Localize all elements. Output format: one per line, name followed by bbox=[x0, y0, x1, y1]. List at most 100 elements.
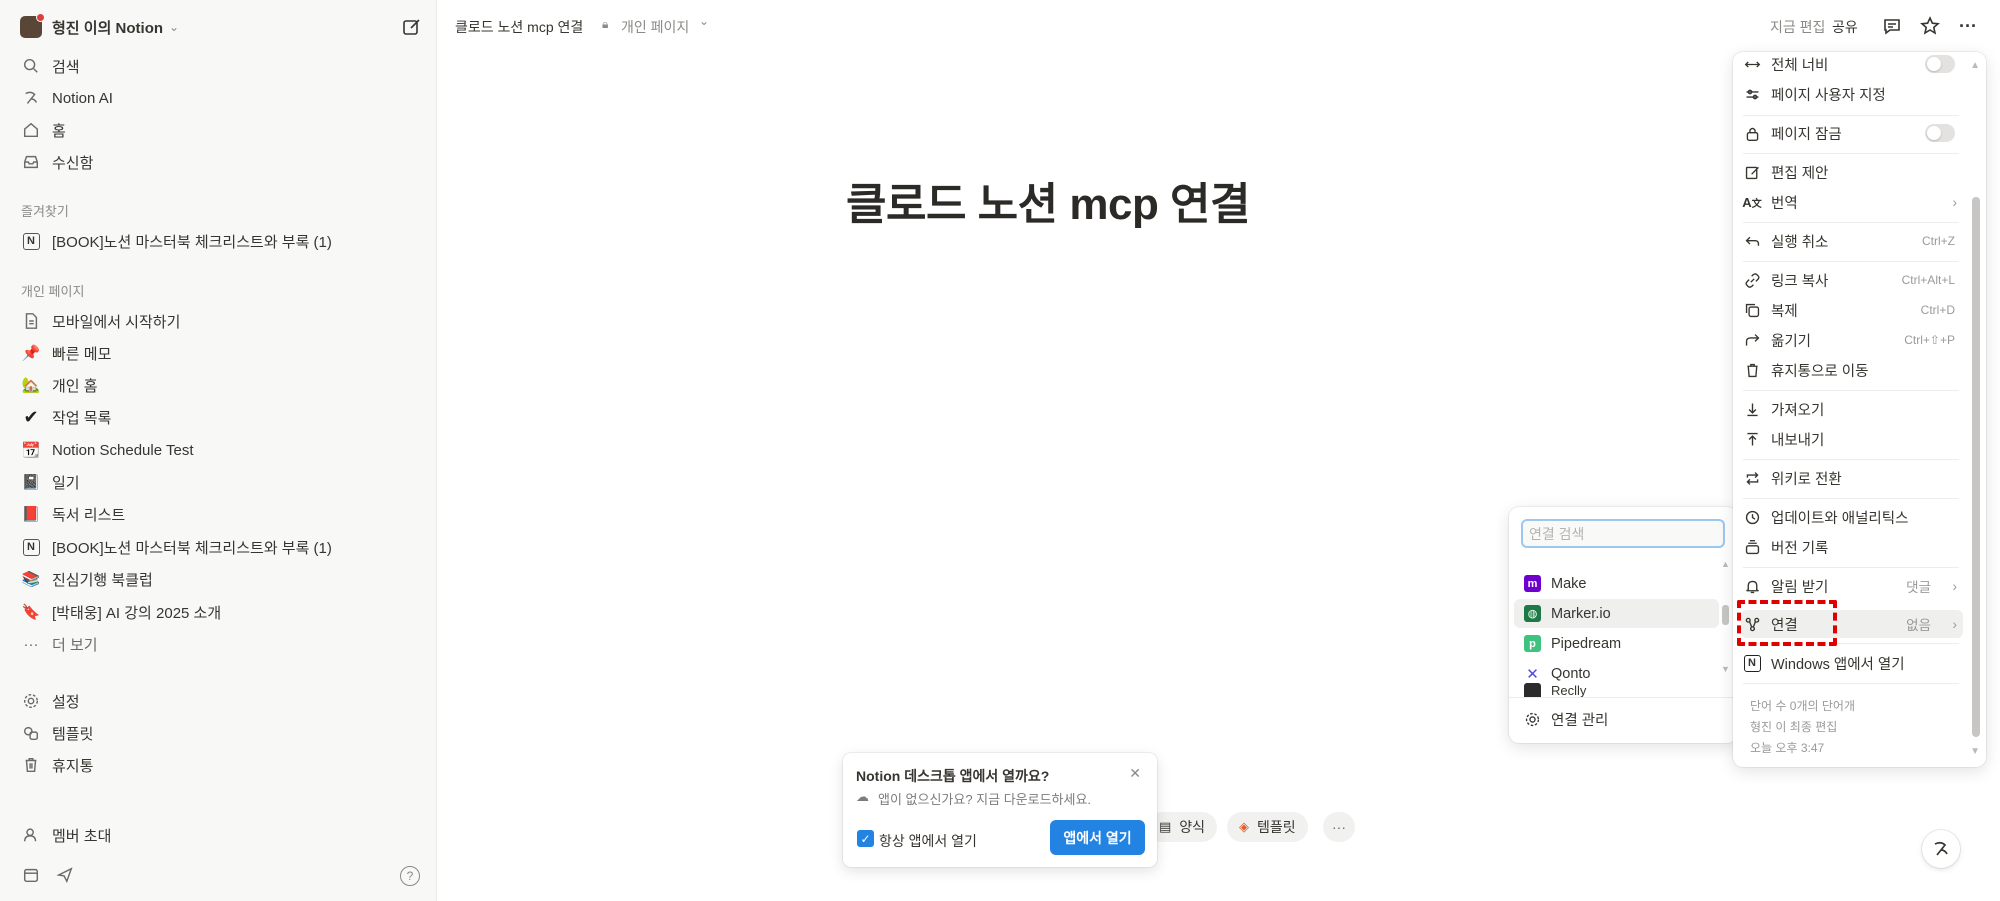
menu-open-in-windows-app[interactable]: N Windows 앱에서 열기 bbox=[1741, 649, 1963, 677]
sidebar-page-item[interactable]: 모바일에서 시작하기 bbox=[16, 306, 421, 336]
sidebar-page-item[interactable]: 📓 일기 bbox=[16, 467, 421, 497]
favorites-heading: 즐겨찾기 bbox=[21, 204, 69, 219]
connection-search-input[interactable] bbox=[1521, 519, 1725, 548]
menu-lock[interactable]: 페이지 잠금 bbox=[1741, 119, 1963, 147]
sidebar-page-item[interactable]: 📆 Notion Schedule Test bbox=[16, 435, 421, 465]
sidebar-page-item[interactable]: 📌 빠른 메모 bbox=[16, 338, 421, 368]
menu-import[interactable]: 가져오기 bbox=[1741, 395, 1963, 423]
sidebar-item-label: 개인 홈 bbox=[52, 377, 98, 395]
book-icon: 📕 bbox=[21, 505, 41, 523]
connections-scrollbar[interactable]: ▲ ▼ bbox=[1721, 559, 1731, 679]
menu-notifications[interactable]: 알림 받기 댓글 › bbox=[1741, 572, 1963, 600]
connection-item-pipedream[interactable]: p Pipedream bbox=[1514, 629, 1719, 658]
manage-connections[interactable]: 연결 관리 bbox=[1514, 705, 1732, 733]
qonto-logo-icon: ✕ bbox=[1526, 665, 1539, 683]
menu-customize[interactable]: 페이지 사용자 지정 bbox=[1741, 80, 1963, 108]
menu-copy-link[interactable]: 링크 복사 Ctrl+Alt+L bbox=[1741, 266, 1963, 294]
sidebar-more[interactable]: ··· 더 보기 bbox=[16, 629, 421, 659]
sidebar-page-item[interactable]: 🔖 [박태웅] AI 강의 2025 소개 bbox=[16, 597, 421, 627]
sidebar-item-label: 진심기행 북클럽 bbox=[52, 571, 153, 589]
star-icon[interactable] bbox=[1918, 14, 1942, 38]
pipedream-logo-icon: p bbox=[1524, 635, 1541, 652]
menu-duplicate[interactable]: 복제 Ctrl+D bbox=[1741, 296, 1963, 324]
sidebar-item-label: Notion Schedule Test bbox=[52, 441, 194, 459]
workspace-switcher[interactable]: 형진 이의 Notion ⌄ bbox=[16, 12, 421, 42]
sidebar-page-item[interactable]: ✔ 작업 목록 bbox=[16, 402, 421, 432]
full-width-toggle[interactable] bbox=[1925, 55, 1955, 73]
menu-turn-into-wiki[interactable]: 위키로 전환 bbox=[1741, 464, 1963, 492]
notion-page-icon: N bbox=[20, 536, 42, 558]
sidebar-item-trash[interactable]: 휴지통 bbox=[16, 750, 421, 780]
divider bbox=[1743, 153, 1959, 154]
comment-icon[interactable] bbox=[1880, 14, 1904, 38]
more-chip[interactable]: ··· bbox=[1323, 812, 1355, 842]
sidebar-page-item[interactable]: N [BOOK]노션 마스터북 체크리스트와 부록 (1) bbox=[16, 532, 421, 562]
scroll-up-icon: ▲ bbox=[1721, 559, 1730, 569]
open-in-app-button[interactable]: 앱에서 열기 bbox=[1050, 820, 1145, 855]
chevron-down-icon: ⌄ bbox=[699, 14, 710, 28]
chevron-right-icon: › bbox=[1952, 578, 1957, 594]
sidebar-item-notion-ai[interactable]: Notion AI bbox=[16, 83, 421, 113]
menu-version-history[interactable]: 버전 기록 bbox=[1741, 533, 1963, 561]
send-icon[interactable] bbox=[56, 866, 76, 886]
calendar-app-icon[interactable] bbox=[22, 866, 42, 886]
new-page-icon[interactable] bbox=[402, 17, 422, 37]
connection-name: Qonto bbox=[1551, 665, 1591, 682]
share-button[interactable]: 공유 bbox=[1832, 17, 1858, 37]
close-icon[interactable]: ✕ bbox=[1129, 765, 1141, 782]
marker-io-logo-icon: ◍ bbox=[1524, 605, 1541, 622]
notion-ai-fab[interactable] bbox=[1922, 830, 1960, 868]
menu-suggest-edits[interactable]: 편집 제안 bbox=[1741, 158, 1963, 186]
connection-item-partial[interactable]: Reclly bbox=[1514, 683, 1719, 697]
menu-translate[interactable]: A文 번역 › bbox=[1741, 188, 1963, 216]
connection-item-make[interactable]: m Make bbox=[1514, 569, 1719, 598]
trash-icon bbox=[1741, 362, 1763, 379]
sidebar-item-templates[interactable]: 템플릿 bbox=[16, 718, 421, 748]
sidebar-item-inbox[interactable]: 수신함 bbox=[16, 147, 421, 177]
menu-export[interactable]: 내보내기 bbox=[1741, 425, 1963, 453]
dialog-subtitle[interactable]: 앱이 없으신가요? 지금 다운로드하세요. bbox=[878, 789, 1091, 808]
scroll-thumb[interactable] bbox=[1722, 605, 1729, 625]
sidebar-page-item[interactable]: 📚 진심기행 북클럽 bbox=[16, 564, 421, 594]
sidebar-favorite-item[interactable]: N [BOOK]노션 마스터북 체크리스트와 부록 (1) bbox=[16, 226, 421, 256]
always-open-checkbox[interactable]: ✓ bbox=[857, 830, 874, 847]
breadcrumb-page[interactable]: 클로드 노션 mcp 연결 bbox=[455, 17, 583, 37]
connection-item-marker-io[interactable]: ◍ Marker.io bbox=[1514, 599, 1719, 628]
form-chip[interactable]: ▤ 양식 bbox=[1147, 812, 1218, 842]
sidebar-item-search[interactable]: 검색 bbox=[16, 51, 421, 81]
manage-connections-label: 연결 관리 bbox=[1551, 712, 1609, 729]
menu-updates-analytics[interactable]: 업데이트와 애널리틱스 bbox=[1741, 503, 1963, 531]
divider bbox=[1743, 683, 1959, 684]
lock-icon bbox=[1741, 125, 1763, 142]
lock-toggle[interactable] bbox=[1925, 124, 1955, 142]
sidebar-page-item[interactable]: 🏡 개인 홈 bbox=[16, 370, 421, 400]
help-icon[interactable]: ? bbox=[400, 866, 420, 886]
sidebar-item-settings[interactable]: 설정 bbox=[16, 686, 421, 716]
page-title[interactable]: 클로드 노션 mcp 연결 bbox=[846, 168, 1251, 232]
cloud-download-icon: ☁ bbox=[856, 789, 869, 804]
sidebar-item-label: 템플릿 bbox=[52, 725, 94, 743]
sidebar-item-label: 수신함 bbox=[52, 154, 94, 172]
last-edited: 지금 편집 bbox=[1770, 19, 1826, 35]
menu-scroll-thumb[interactable] bbox=[1972, 197, 1980, 737]
more-dots-icon: ··· bbox=[1332, 819, 1346, 835]
last-edited-time: 오늘 오후 3:47 bbox=[1750, 741, 1825, 755]
sidebar-invite-members[interactable]: 멤버 초대 bbox=[16, 820, 421, 850]
move-arrow-icon bbox=[1741, 332, 1763, 349]
gear-icon bbox=[20, 690, 42, 712]
menu-undo[interactable]: 실행 취소 Ctrl+Z bbox=[1741, 227, 1963, 255]
sidebar-item-home[interactable]: 홈 bbox=[16, 115, 421, 145]
reclly-logo-icon bbox=[1524, 683, 1541, 697]
menu-full-width[interactable]: 전체 너비 bbox=[1741, 50, 1963, 78]
convert-icon bbox=[1741, 470, 1763, 487]
more-icon[interactable]: ··· bbox=[1956, 14, 1980, 38]
sidebar: 형진 이의 Notion ⌄ 검색 Notion AI 홈 수신함 즐겨찾기 N… bbox=[0, 0, 437, 901]
sidebar-page-item[interactable]: 📕 독서 리스트 bbox=[16, 499, 421, 529]
menu-move[interactable]: 옮기기 Ctrl+⇧+P bbox=[1741, 326, 1963, 354]
menu-move-to-trash[interactable]: 휴지통으로 이동 bbox=[1741, 356, 1963, 384]
template-chip[interactable]: ◈ 템플릿 bbox=[1227, 812, 1308, 842]
breadcrumb-scope[interactable]: 개인 페이지 bbox=[621, 17, 689, 37]
pushpin-icon: 📌 bbox=[21, 344, 41, 362]
sidebar-item-label: 빠른 메모 bbox=[52, 345, 112, 363]
gear-icon bbox=[1524, 711, 1541, 728]
